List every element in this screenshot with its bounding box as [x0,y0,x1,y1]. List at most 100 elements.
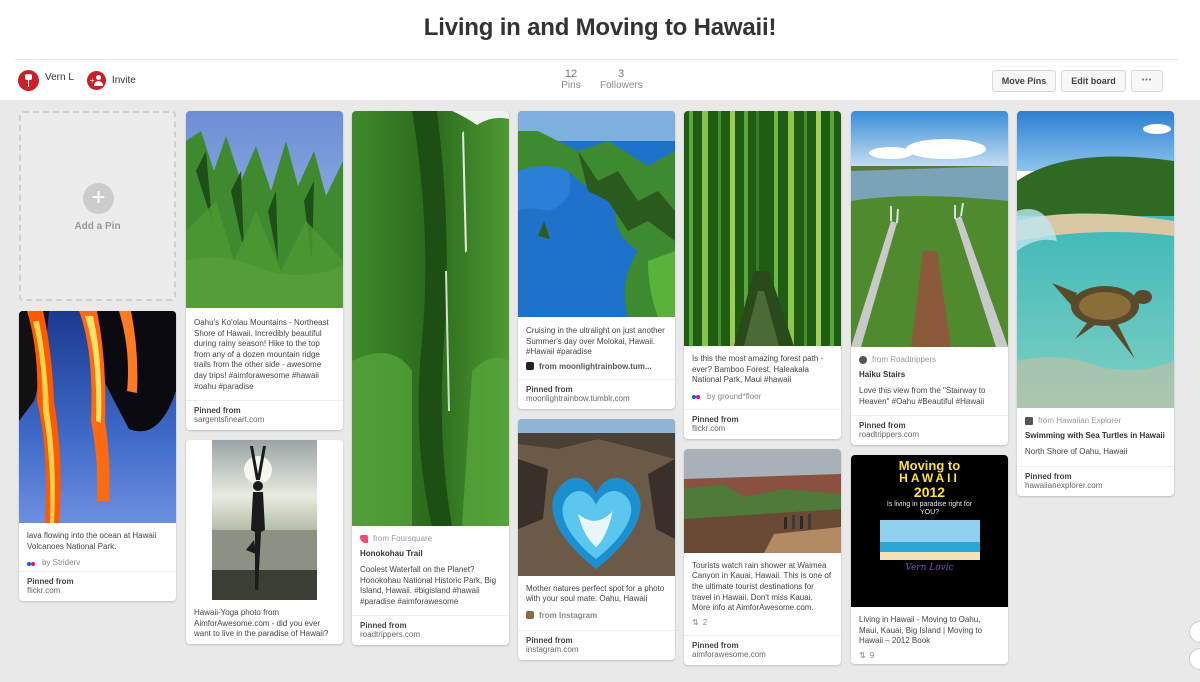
pin-source[interactable]: Pinned from flickr.com [19,571,176,601]
pin-source[interactable]: Pinned from hawaiianexplorer.com [1017,465,1174,496]
pin-title[interactable]: Haiku Stairs [851,366,1008,382]
pin-card-moving-2012[interactable]: Moving to HAWAII 2012 Is living in parad… [851,455,1008,664]
lava-image[interactable] [19,311,176,523]
waimea-image[interactable] [684,448,841,553]
pin-repins[interactable]: ⇅ 2 [684,618,841,631]
plus-icon: + [83,183,114,214]
pin-description: North Shore of Oahu, Hawaii [1025,447,1128,456]
pin-source-domain: aimforawesome.com [692,649,766,659]
flickr-icon [692,392,702,400]
add-pin-tile[interactable]: + Add a Pin [19,111,176,301]
pin-card-lava[interactable]: lava flowing into the ocean at Hawaii Vo… [19,311,176,602]
book-cover-image[interactable]: Moving to HAWAII 2012 Is living in parad… [851,455,1008,608]
heart-rock-image[interactable] [518,418,675,576]
foursquare-icon [360,534,368,543]
pin-attribution-text: by ground*floor [707,391,762,401]
pin-attribution-text: from Instagram [539,610,598,620]
yoga-image[interactable] [186,440,343,601]
column-3: from Foursquare Honokohau Trail Coolest … [352,111,509,655]
pin-source-text: from Roadtrippers [872,355,937,364]
pin-card-bamboo[interactable]: Is this the most amazing forest path - e… [684,111,841,439]
pin-card-koolau[interactable]: Oahu's Ko'olau Mountains - Northeast Sho… [186,111,343,431]
pin-source-domain: flickr.com [692,423,726,433]
pin-source[interactable]: Pinned from sargentsfineart.com [186,400,343,430]
cover-subtitle: Is living in paradise right for YOU? [886,501,973,517]
pin-card-honokohau[interactable]: from Foursquare Honokohau Trail Coolest … [352,111,509,646]
pin-card-yoga[interactable]: Hawaii-Yoga photo from AimforAwesome.com… [186,440,343,644]
pin-source-domain: flickr.com [27,586,61,596]
pin-attribution[interactable]: from moonlightrainbow.tum... [518,362,675,375]
pin-source[interactable]: Pinned from aimforawesome.com [684,634,841,665]
column-1: + Add a Pin lava flowing into the ocean … [19,111,176,611]
pin-source-header[interactable]: from Foursquare [352,526,509,545]
pin-attribution[interactable]: by Striderv [19,556,176,571]
pin-title[interactable]: Swimming with Sea Turtles in Hawaii [1017,427,1174,443]
board-title: Living in and Moving to Hawaii! [423,14,777,41]
pin-description: Living in Hawaii - Moving to Oahu, Maui,… [859,615,983,646]
pin-card-turtle[interactable]: from Hawaiian Explorer Swimming with Sea… [1017,111,1174,496]
pin-source-domain: hawaiianexplorer.com [1025,480,1103,490]
pins-count: 12 [564,68,578,80]
sea-turtle-image[interactable] [1017,111,1174,408]
add-pin-label: Add a Pin [74,221,121,232]
column-2: Oahu's Ko'olau Mountains - Northeast Sho… [186,111,343,654]
pin-description: Oahu's Ko'olau Mountains - Northeast Sho… [194,318,329,391]
honokohau-image[interactable] [352,111,509,526]
pins-stat[interactable]: 12 Pins [560,68,582,92]
edit-board-button[interactable]: Edit board [1061,70,1126,92]
repin-count: 9 [869,650,875,660]
pinned-from-label: Pinned from [360,621,407,631]
pin-source[interactable]: Pinned from moonlightrainbow.tumblr.com [518,378,675,409]
pin-source-text: from Foursquare [373,534,433,543]
followers-stat[interactable]: 3 Followers [600,68,643,92]
pinned-from-label: Pinned from [27,577,74,587]
pinned-from-label: Pinned from [692,640,739,650]
pin-source[interactable]: Pinned from roadtrippers.com [851,415,1008,445]
haiku-stairs-image[interactable] [851,111,1008,347]
pin-source-header[interactable]: from Roadtrippers [851,347,1008,366]
pin-source-header[interactable]: from Hawaiian Explorer [1017,408,1174,427]
pin-description: Cruising in the ultralight on just anoth… [526,326,665,357]
owner-name[interactable]: Vern L [45,72,74,83]
pin-description: Coolest Waterfall on the Planet? Honokoh… [360,565,497,606]
tumblr-icon [526,362,534,371]
pin-repins[interactable]: ⇅ 9 [851,651,1008,664]
pin-attribution[interactable]: from Instagram [518,609,675,624]
pin-card-molokai[interactable]: Cruising in the ultralight on just anoth… [518,111,675,409]
pin-attribution-text: from moonlightrainbow.tum... [539,361,652,371]
move-pins-button[interactable]: Move Pins [992,70,1056,92]
owner-avatar[interactable] [18,70,39,91]
pinned-from-label: Pinned from [859,421,906,431]
koolau-image[interactable] [186,111,343,308]
column-5: Is this the most amazing forest path - e… [684,111,841,675]
pin-description: Hawaii-Yoga photo from AimforAwesome.com… [194,608,329,639]
invite-button[interactable]: Invite [112,75,136,86]
repin-icon: ⇅ [859,650,866,660]
repin-icon: ⇅ [692,617,699,627]
pin-card-waimea[interactable]: Tourists watch rain shower at Waimea Can… [684,448,841,665]
header-divider [15,59,1178,60]
pin-source-text: from Hawaiian Explorer [1038,416,1122,425]
pin-description: Is this the most amazing forest path - e… [692,354,824,385]
pin-attribution[interactable]: by ground*floor [684,390,841,405]
pin-description: Mother natures perfect spot for a photo … [526,583,665,604]
pin-description: Tourists watch rain shower at Waimea Can… [692,560,832,613]
pin-source[interactable]: Pinned from roadtrippers.com [352,615,509,645]
invite-icon[interactable]: + [86,71,106,90]
board-owner: Vern L + Invite [18,70,136,91]
pin-source[interactable]: Pinned from flickr.com [684,408,841,439]
more-options-button[interactable]: ••• [1131,70,1163,92]
pin-title[interactable]: Honokohau Trail [352,545,509,561]
pin-source-domain: sargentsfineart.com [194,415,265,425]
pin-source[interactable]: Pinned from instagram.com [518,629,675,660]
molokai-image[interactable] [518,111,675,317]
cover-author: Vern Lovic [905,563,954,574]
followers-label: Followers [600,80,643,91]
pinned-from-label: Pinned from [526,384,573,394]
flickr-icon [27,559,37,567]
bamboo-image[interactable] [684,111,841,346]
followers-count: 3 [617,68,625,80]
pin-card-haiku[interactable]: from Roadtrippers Haiku Stairs Love this… [851,111,1008,446]
pin-card-heart[interactable]: Mother natures perfect spot for a photo … [518,418,675,660]
roadtrippers-icon [859,355,867,364]
